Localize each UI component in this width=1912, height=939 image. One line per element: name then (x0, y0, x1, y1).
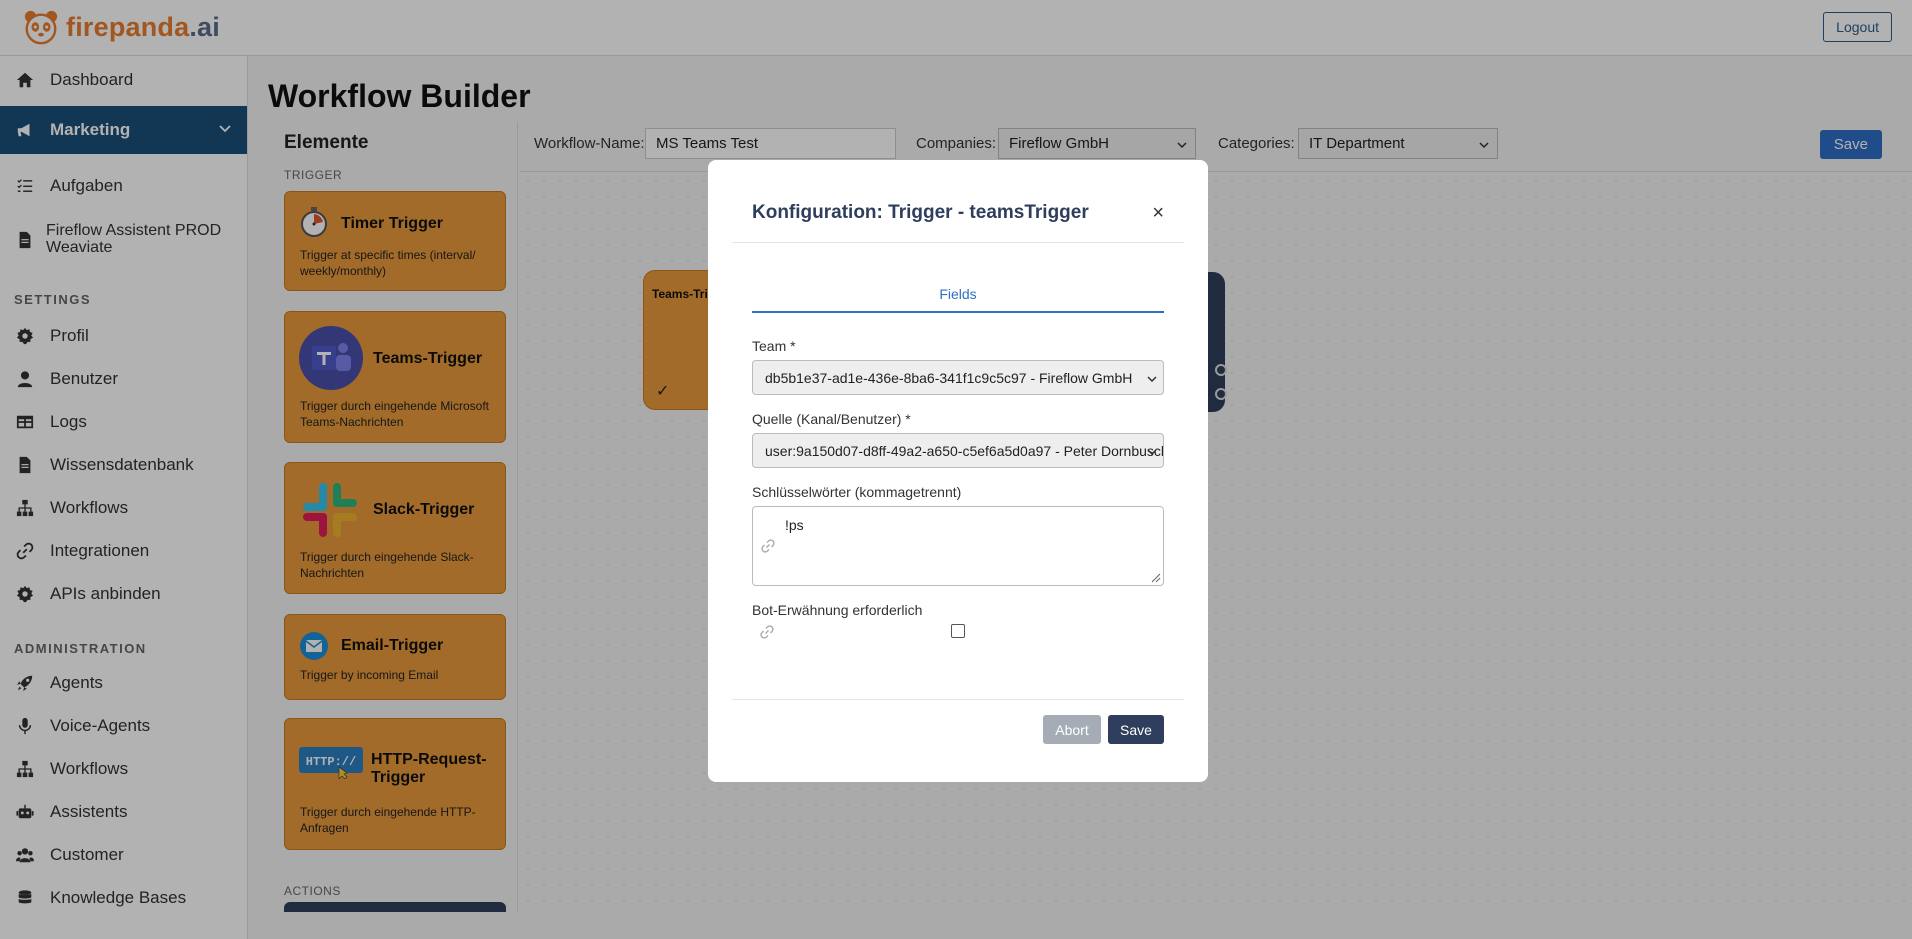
link-icon[interactable] (760, 625, 774, 639)
link-icon[interactable] (761, 539, 775, 553)
modal-divider (732, 242, 1184, 243)
modal-save-button[interactable]: Save (1108, 715, 1164, 744)
resize-handle-icon[interactable] (1149, 571, 1161, 583)
bot-mention-label: Bot-Erwähnung erforderlich (752, 602, 923, 618)
source-select-value: user:9a150d07-d8ff-49a2-a650-c5ef6a5d0a9… (765, 443, 1164, 459)
source-label: Quelle (Kanal/Benutzer) * (752, 411, 911, 427)
keywords-value: !ps (785, 517, 804, 533)
tab-fields[interactable]: Fields (752, 286, 1164, 313)
source-select[interactable]: user:9a150d07-d8ff-49a2-a650-c5ef6a5d0a9… (752, 433, 1164, 468)
close-icon[interactable]: × (1152, 202, 1164, 225)
keywords-textarea[interactable]: !ps (752, 506, 1164, 586)
modal-title: Konfiguration: Trigger - teamsTrigger (752, 202, 1089, 223)
keywords-label: Schlüsselwörter (kommagetrennt) (752, 484, 962, 500)
team-select-value: db5b1e37-ad1e-436e-8ba6-341f1c9c5c97 - F… (765, 370, 1133, 386)
config-modal: Konfiguration: Trigger - teamsTrigger × … (708, 160, 1208, 782)
modal-divider (732, 699, 1184, 700)
team-select[interactable]: db5b1e37-ad1e-436e-8ba6-341f1c9c5c97 - F… (752, 360, 1164, 395)
bot-mention-checkbox[interactable] (951, 624, 965, 638)
team-label: Team * (752, 338, 796, 354)
abort-button[interactable]: Abort (1043, 715, 1101, 744)
chevron-down-icon (1147, 376, 1157, 383)
chevron-down-icon (1147, 449, 1157, 456)
